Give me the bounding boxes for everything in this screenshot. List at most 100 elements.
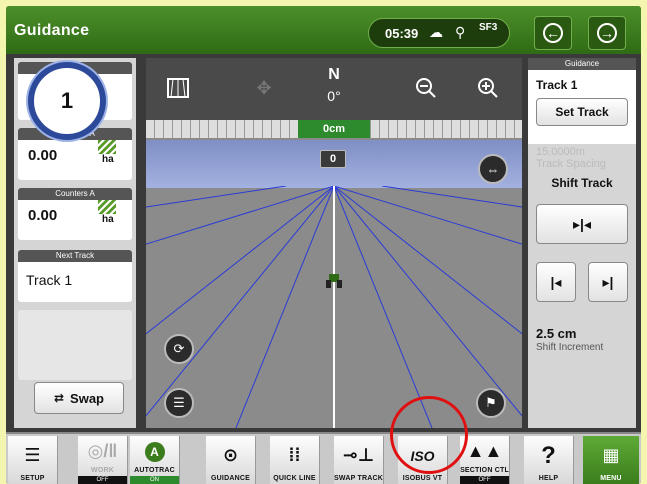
next-track-value: Track 1 — [26, 272, 73, 288]
zoom-in-button[interactable] — [464, 66, 512, 110]
autotrac-state: ON — [130, 476, 179, 484]
tool-label: GUIDANCE — [211, 475, 250, 482]
tool-label: HELP — [538, 475, 559, 482]
section-control-button[interactable]: ▲▲ SECTION CTL OFF — [460, 436, 510, 484]
quick-line-button[interactable]: ⁞⁞ QUICK LINE — [270, 436, 320, 484]
field-view-icon — [167, 78, 189, 98]
area-unit: ha — [98, 200, 120, 225]
guidance-view[interactable]: ✥ N 0° 0cm 0 ⇔ ⟳ ☰ ⚑ — [146, 58, 522, 428]
arrow-right-circle-icon: → — [597, 23, 617, 43]
swap-button-label: Swap — [70, 390, 105, 406]
track-name: Track 1 — [536, 78, 578, 92]
swing-arrows-icon: ⇔ — [486, 161, 500, 177]
swap-track-icon: ⊸⊥ — [342, 445, 375, 465]
track-spacing-label: Track Spacing — [536, 158, 606, 170]
work-state: OFF — [78, 476, 127, 484]
swap-card — [18, 310, 132, 380]
grid-menu-icon: ▦ — [602, 445, 620, 465]
autotrac-button[interactable]: A AUTOTRAC ON — [130, 436, 180, 484]
shift-increment-value: 2.5 cm — [536, 326, 577, 341]
map-view-button[interactable] — [154, 66, 202, 110]
tool-label: MENU — [600, 475, 622, 482]
center-track-button[interactable]: ▸|◂ — [536, 204, 628, 244]
counter-card-header: Counters A — [18, 188, 132, 200]
iso-icon: ISO — [410, 447, 435, 464]
counter-card-2[interactable]: Counters A 0.00 ha — [18, 188, 132, 240]
heading-degrees: 0° — [327, 88, 341, 104]
swing-view-button[interactable]: ⇔ — [478, 154, 508, 184]
header-bar: Guidance 05:39 ☁ ⚲ SF3 ← → — [6, 6, 641, 54]
quick-line-icon: ⁞⁞ — [288, 445, 301, 465]
right-panel: Guidance Track 1 Set Track 15.0000m Trac… — [528, 58, 636, 428]
isobus-vt-button[interactable]: ISO ISOBUS VT — [398, 436, 448, 484]
flag-button[interactable]: ⚑ — [476, 388, 506, 418]
tool-label: SETUP — [20, 475, 45, 482]
guidance-button[interactable]: ⊙ GUIDANCE — [206, 436, 256, 484]
guidance-icon: ⊙ — [222, 445, 239, 465]
swap-button[interactable]: ⇄ Swap — [34, 382, 124, 414]
tool-label: ISOBUS VT — [402, 475, 443, 482]
setup-button[interactable]: ☰ SETUP — [8, 436, 58, 484]
track-spacing-value: 15.0000m — [536, 146, 585, 158]
satellite-icon: ⚲ — [455, 24, 466, 40]
set-track-button[interactable]: Set Track — [536, 98, 628, 126]
list-icon: ☰ — [173, 395, 185, 410]
pan-arrows-icon: ✥ — [256, 77, 272, 98]
pan-button[interactable]: ✥ — [240, 66, 288, 110]
shift-increment-label: Shift Increment — [536, 342, 604, 353]
shift-left-icon: |◂ — [550, 273, 562, 290]
section-control-icon: ▲▲ — [466, 441, 503, 461]
guidance-lines — [146, 186, 522, 428]
menu-button[interactable]: ▦ MENU — [583, 436, 639, 484]
tool-label: WORK — [91, 467, 114, 474]
swap-track-icon: ⇄ — [53, 391, 65, 405]
area-unit-label: ha — [102, 154, 114, 165]
view-toolbar: ✥ N 0° — [146, 58, 522, 120]
play-pause-icon: ◎/‖ — [87, 441, 118, 461]
help-button[interactable]: ? HELP — [524, 436, 574, 484]
tractor-icon — [326, 274, 342, 288]
rotate-view-button[interactable]: ⟳ — [164, 334, 194, 364]
shift-right-button[interactable]: ▸| — [588, 262, 628, 302]
field-area-icon — [98, 140, 116, 154]
list-button[interactable]: ☰ — [164, 388, 194, 418]
cloud-alert-icon: ☁ — [429, 24, 443, 40]
shift-right-icon: ▸| — [602, 273, 614, 290]
next-track-card[interactable]: Next Track Track 1 — [18, 250, 132, 302]
display-frame: Guidance 05:39 ☁ ⚲ SF3 ← → Counters A 0.… — [6, 6, 641, 484]
offset-readout: 0cm — [298, 120, 370, 138]
heading-letter: N — [328, 66, 340, 83]
counter-value: 0.00 — [28, 207, 58, 224]
swap-track-button[interactable]: ⊸⊥ SWAP TRACK — [334, 436, 384, 484]
zoom-in-icon — [478, 78, 498, 98]
flag-icon: ⚑ — [485, 395, 497, 410]
tool-label: SWAP TRACK — [334, 475, 383, 482]
field-area-icon — [98, 200, 116, 214]
bottom-toolbar: ☰ SETUP ◎/‖ WORK OFF A AUTOTRAC ON ⊙ GUI… — [6, 432, 641, 484]
next-track-header: Next Track — [18, 250, 132, 262]
tool-label: SECTION CTL — [460, 467, 509, 474]
rotate-icon: ⟳ — [173, 341, 185, 356]
shift-left-button[interactable]: |◂ — [536, 262, 576, 302]
center-shift-icon: ▸|◂ — [573, 215, 591, 232]
zoom-out-button[interactable] — [402, 66, 450, 110]
status-tag: SF3 — [479, 22, 498, 33]
shift-track-label: Shift Track — [551, 176, 613, 190]
forward-button[interactable]: → — [588, 16, 626, 50]
question-icon: ? — [541, 441, 556, 469]
section-state: OFF — [460, 476, 509, 484]
step-number-badge: 1 — [28, 62, 106, 140]
area-unit: ha — [98, 140, 120, 165]
counter-value: 0.00 — [28, 147, 58, 164]
zoom-out-icon — [416, 78, 436, 98]
track-number-label: 0 — [320, 150, 346, 168]
area-unit-label: ha — [102, 214, 114, 225]
page-title: Guidance — [14, 22, 90, 39]
arrow-left-circle-icon: ← — [543, 23, 563, 43]
right-panel-header: Guidance — [528, 58, 636, 70]
work-button[interactable]: ◎/‖ WORK OFF — [78, 436, 128, 484]
autotrac-icon: A — [144, 436, 165, 467]
status-pill[interactable]: 05:39 ☁ ⚲ SF3 — [368, 18, 510, 48]
tool-label: QUICK LINE — [273, 475, 316, 482]
back-button[interactable]: ← — [534, 16, 572, 50]
